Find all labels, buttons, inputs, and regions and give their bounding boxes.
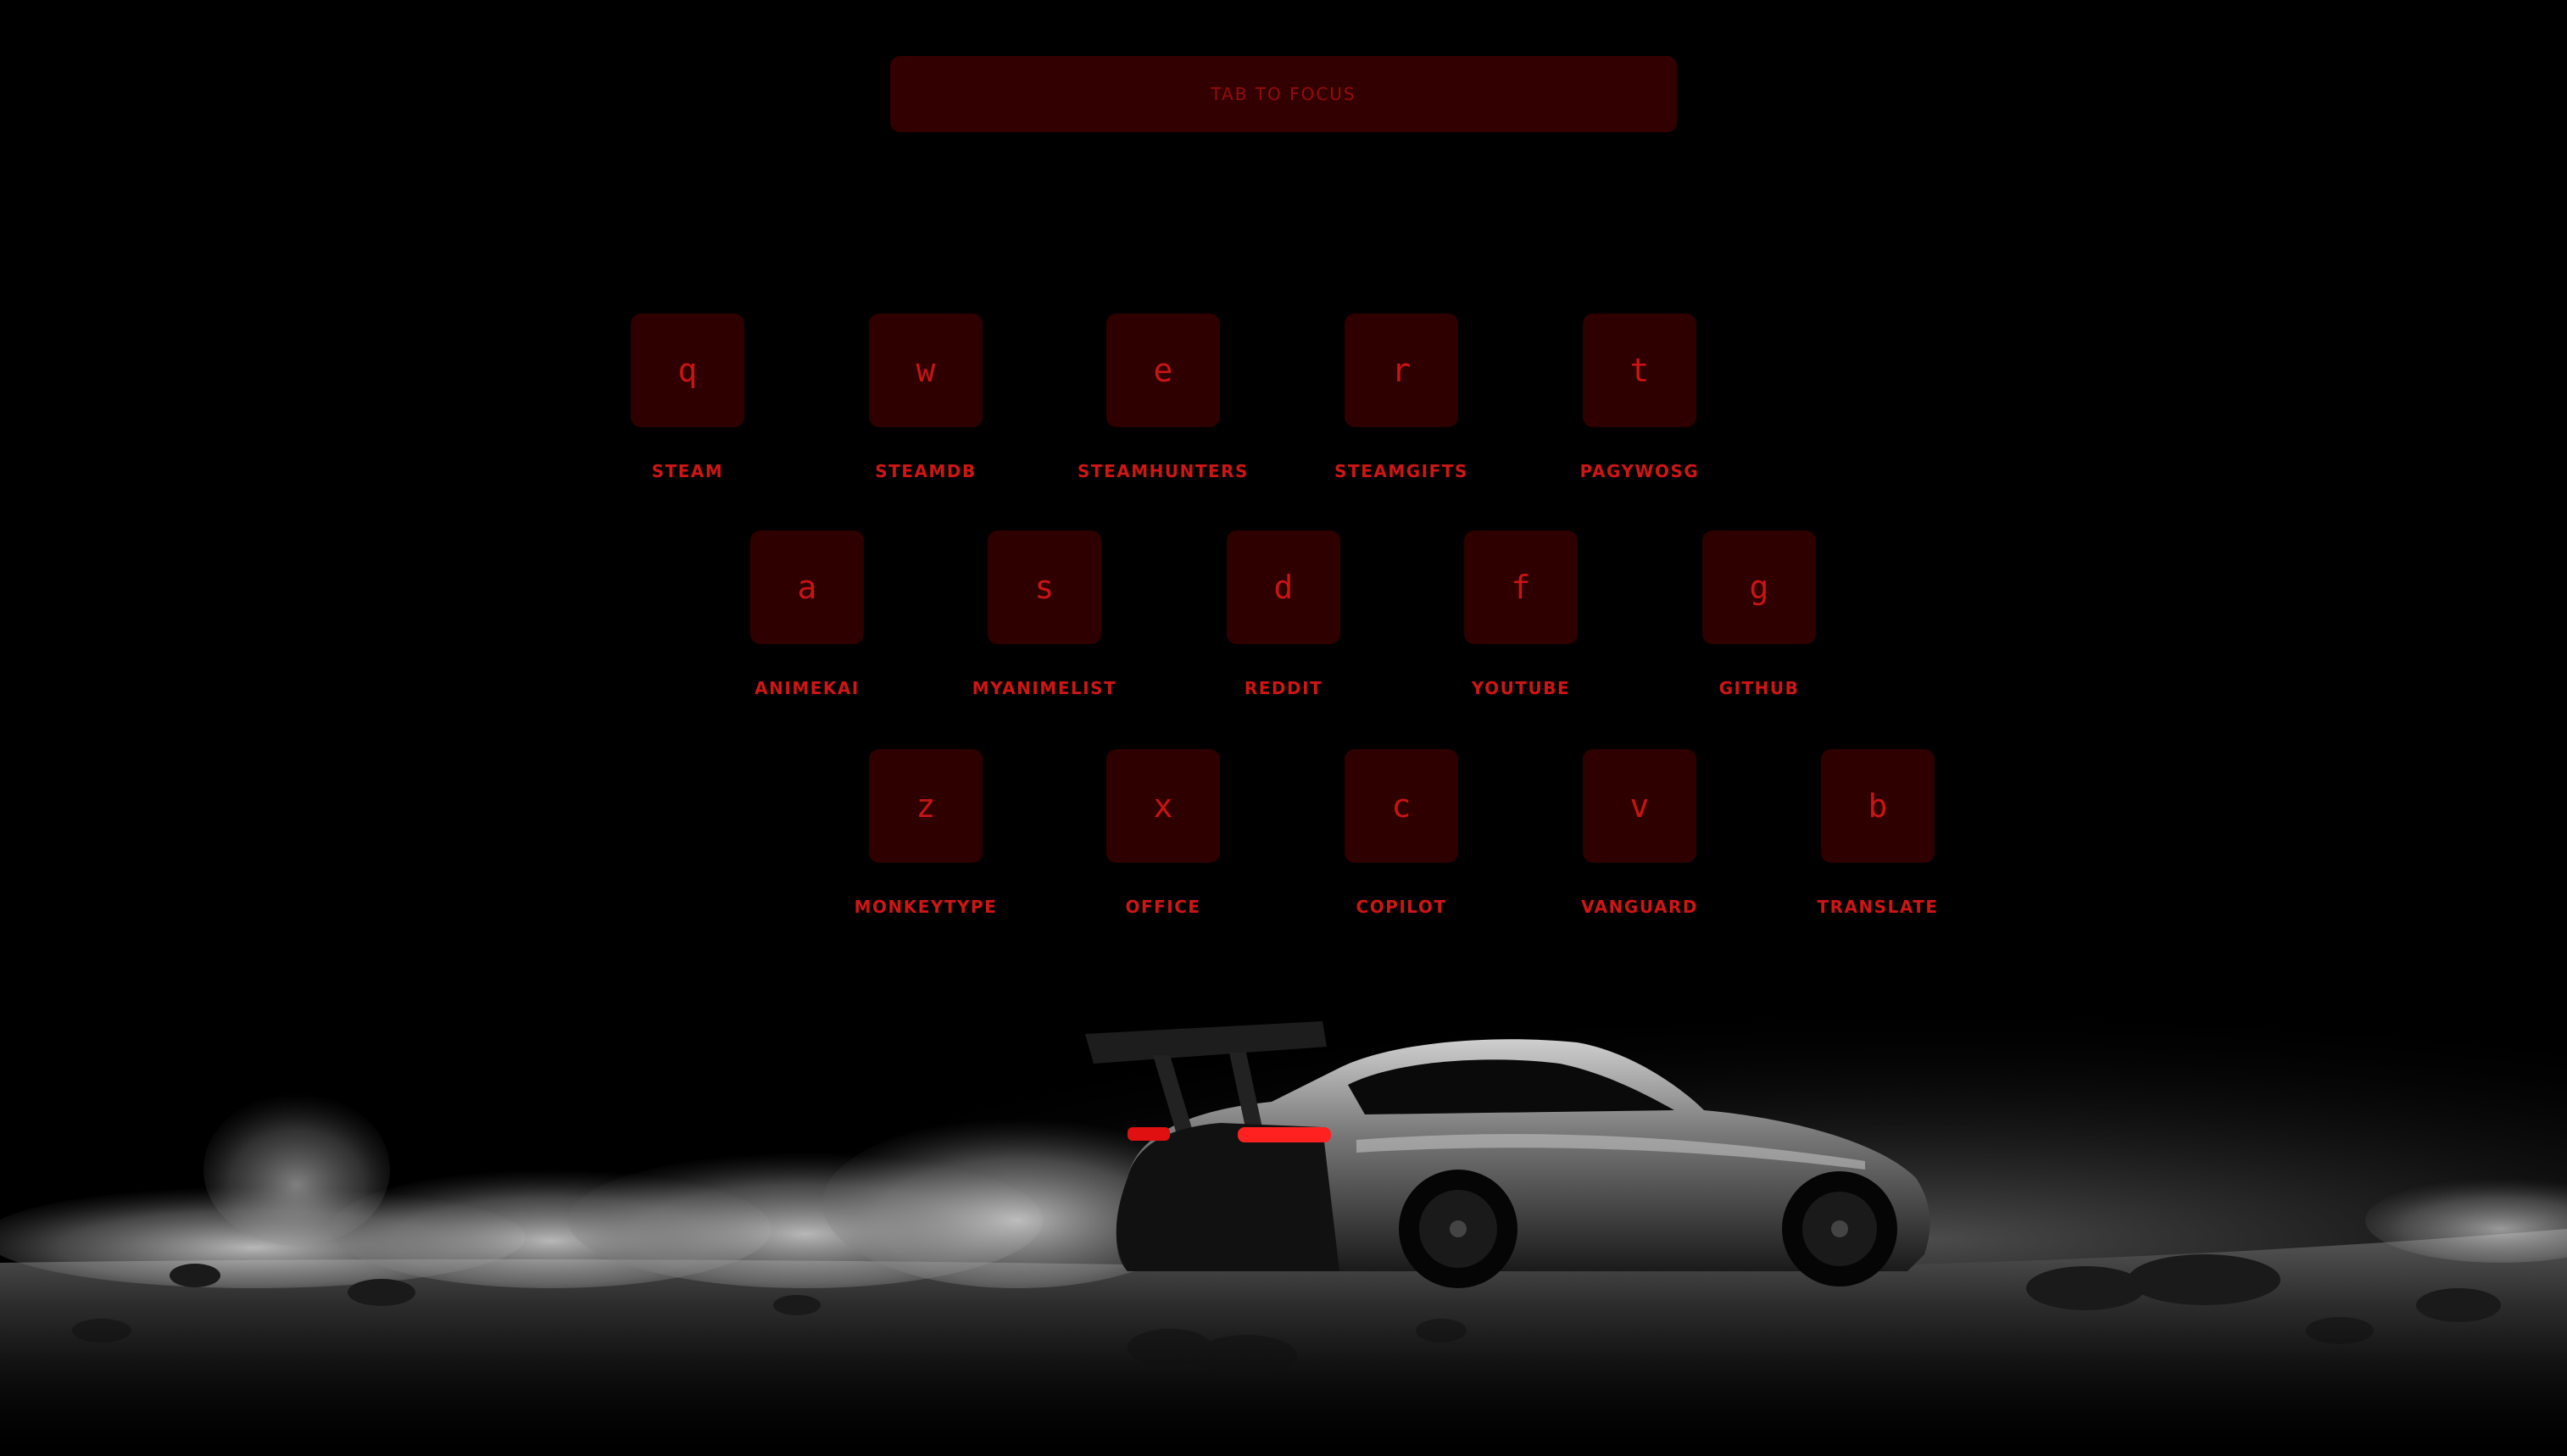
keycap-letter: b <box>1868 787 1888 825</box>
keycap-d[interactable]: d <box>1227 531 1340 644</box>
keycap-letter: e <box>1153 352 1173 389</box>
shortcut-label[interactable]: REDDIT <box>1245 678 1322 698</box>
shortcut-label[interactable]: COPILOT <box>1356 897 1447 917</box>
search-input[interactable] <box>890 55 1677 133</box>
shortcut-animekai[interactable]: a ANIMEKAI <box>714 531 900 725</box>
shortcut-label[interactable]: STEAM <box>652 461 724 481</box>
keycap-letter: z <box>916 787 936 825</box>
shortcut-label[interactable]: OFFICE <box>1125 897 1200 917</box>
shortcut-label[interactable]: MYANIMELIST <box>972 678 1116 698</box>
keycap-letter: w <box>916 352 936 389</box>
keycap-b[interactable]: b <box>1821 749 1935 863</box>
keycap-letter: d <box>1273 569 1294 606</box>
shortcut-myanimelist[interactable]: s MYANIMELIST <box>951 531 1138 725</box>
keycap-letter: a <box>797 569 817 606</box>
shortcut-pagywosg[interactable]: t PAGYWOSG <box>1546 314 1733 508</box>
keycap-z[interactable]: z <box>869 749 983 863</box>
shortcut-steam[interactable]: q STEAM <box>594 314 781 508</box>
keycap-letter: x <box>1153 787 1173 825</box>
keycap-letter: c <box>1391 787 1412 825</box>
shortcut-label[interactable]: VANGUARD <box>1581 897 1698 917</box>
shortcut-label[interactable]: STEAMHUNTERS <box>1077 461 1249 481</box>
shortcut-label[interactable]: TRANSLATE <box>1817 897 1938 917</box>
keycap-letter: v <box>1629 787 1650 825</box>
shortcut-steamdb[interactable]: w STEAMDB <box>832 314 1019 508</box>
shortcut-reddit[interactable]: d REDDIT <box>1190 531 1377 725</box>
shortcut-label[interactable]: STEAMDB <box>875 461 976 481</box>
keycap-letter: q <box>677 352 698 389</box>
shortcut-translate[interactable]: b TRANSLATE <box>1785 749 1971 944</box>
shortcut-label[interactable]: GITHUB <box>1719 678 1800 698</box>
keycap-letter: t <box>1629 352 1650 389</box>
keycap-letter: f <box>1511 569 1531 606</box>
keycap-t[interactable]: t <box>1583 314 1696 427</box>
shortcut-label[interactable]: ANIMEKAI <box>755 678 860 698</box>
shortcut-vanguard[interactable]: v VANGUARD <box>1546 749 1733 944</box>
keycap-f[interactable]: f <box>1464 531 1578 644</box>
keycap-letter: r <box>1391 352 1412 389</box>
keycap-a[interactable]: a <box>750 531 864 644</box>
keycap-letter: s <box>1034 569 1055 606</box>
keycap-w[interactable]: w <box>869 314 983 427</box>
keycap-letter: g <box>1749 569 1769 606</box>
shortcut-office[interactable]: x OFFICE <box>1070 749 1256 944</box>
shortcut-youtube[interactable]: f YOUTUBE <box>1428 531 1614 725</box>
keycap-x[interactable]: x <box>1106 749 1220 863</box>
search-bar[interactable] <box>890 55 1677 133</box>
shortcut-label[interactable]: YOUTUBE <box>1472 678 1570 698</box>
keycap-c[interactable]: c <box>1345 749 1458 863</box>
shortcut-steamhunters[interactable]: e STEAMHUNTERS <box>1070 314 1256 508</box>
keycap-r[interactable]: r <box>1345 314 1458 427</box>
keycap-v[interactable]: v <box>1583 749 1696 863</box>
keycap-q[interactable]: q <box>631 314 744 427</box>
keycap-e[interactable]: e <box>1106 314 1220 427</box>
shortcut-monkeytype[interactable]: z MONKEYTYPE <box>832 749 1019 944</box>
background-car-scene <box>0 975 2567 1456</box>
keycap-g[interactable]: g <box>1702 531 1816 644</box>
shortcut-github[interactable]: g GITHUB <box>1666 531 1852 725</box>
keycap-s[interactable]: s <box>988 531 1101 644</box>
shortcut-steamgifts[interactable]: r STEAMGIFTS <box>1308 314 1495 508</box>
shortcut-label[interactable]: MONKEYTYPE <box>855 897 998 917</box>
shortcut-label[interactable]: STEAMGIFTS <box>1334 461 1468 481</box>
shortcut-copilot[interactable]: c COPILOT <box>1308 749 1495 944</box>
shortcut-label[interactable]: PAGYWOSG <box>1580 461 1700 481</box>
